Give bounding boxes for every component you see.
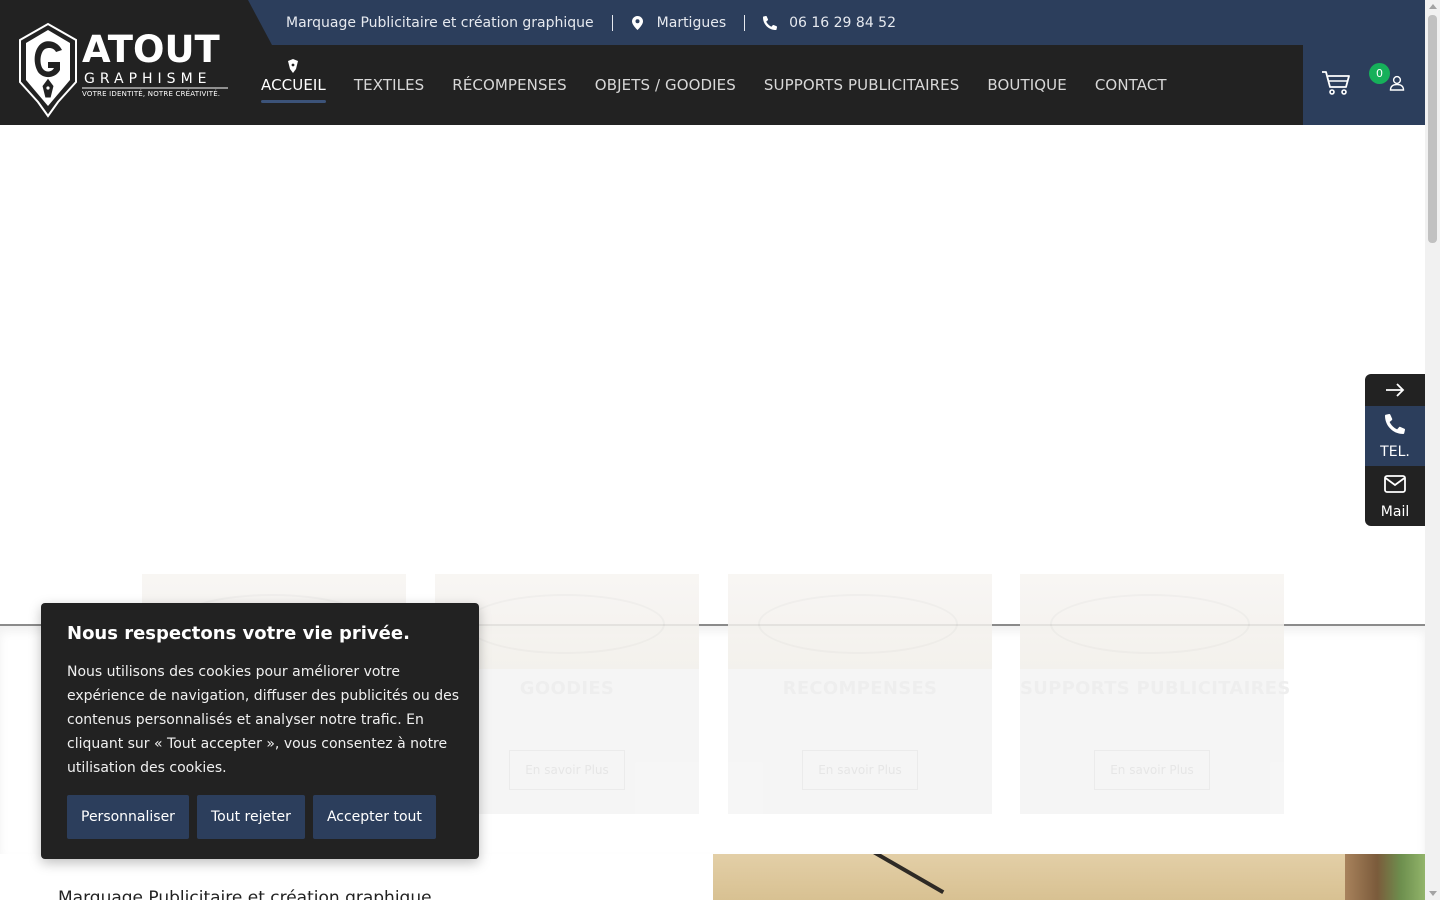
cart-button[interactable]: 0 <box>1321 63 1390 97</box>
card-title: RECOMPENSES <box>782 678 938 699</box>
page-scrollbar[interactable] <box>1425 0 1440 900</box>
nav-label: BOUTIQUE <box>987 76 1067 94</box>
cart-count-badge: 0 <box>1369 63 1390 84</box>
card-more-button[interactable]: En savoir Plus <box>802 750 918 790</box>
category-card-recompenses[interactable]: RECOMPENSES En savoir Plus <box>728 574 992 814</box>
nav-item-accueil[interactable]: ACCUEIL <box>261 59 326 103</box>
cookie-accept-button[interactable]: Accepter tout <box>312 795 436 839</box>
user-account-button[interactable] <box>1389 75 1405 91</box>
cart-icon <box>1322 71 1350 95</box>
site-logo[interactable]: ATOUT GRAPHISME VOTRE IDENTITÉ, NOTRE CR… <box>18 20 230 118</box>
nav-item-textiles[interactable]: TEXTILES <box>354 75 424 97</box>
topbar-tagline: Marquage Publicitaire et création graphi… <box>286 14 594 31</box>
cookie-reject-button[interactable]: Tout rejeter <box>196 795 305 839</box>
logo-subtitle: GRAPHISME <box>84 71 212 87</box>
card-more-button[interactable]: En savoir Plus <box>1094 750 1210 790</box>
active-indicator <box>261 100 326 103</box>
nav-label: SUPPORTS PUBLICITAIRES <box>763 76 960 94</box>
phone-icon <box>763 15 778 30</box>
scroll-down-arrow-icon[interactable] <box>1429 891 1437 896</box>
arrow-right-icon <box>1386 383 1405 397</box>
topbar-phone[interactable]: 06 16 29 84 52 <box>789 15 896 31</box>
user-icon <box>1389 75 1405 91</box>
category-card-supports[interactable]: SUPPORTS PUBLICITAIRES En savoir Plus <box>1020 574 1291 814</box>
top-info-content: Marquage Publicitaire et création graphi… <box>286 0 896 45</box>
pen-nib-icon <box>288 59 299 73</box>
nav-label: OBJETS / GOODIES <box>594 76 736 94</box>
header-actions: 0 <box>1303 45 1425 125</box>
cookie-consent-banner: Nous respectons votre vie privée. Nous u… <box>41 603 479 859</box>
nav-item-objets-goodies[interactable]: OBJETS / GOODIES <box>595 75 736 97</box>
nav-label: RÉCOMPENSES <box>452 76 567 94</box>
cookie-title: Nous respectons votre vie privée. <box>67 623 410 644</box>
workshop-photo <box>713 854 1425 900</box>
nav-label: ACCUEIL <box>261 76 326 94</box>
cookie-buttons: Personnaliser Tout rejeter Accepter tout <box>67 795 436 839</box>
card-more-button[interactable]: En savoir Plus <box>509 750 625 790</box>
card-image <box>728 574 992 669</box>
nav-label: TEXTILES <box>353 76 425 94</box>
section-heading: Marquage Publicitaire et création graphi… <box>58 888 432 900</box>
cookie-text: Nous utilisons des cookies pour améliore… <box>67 664 459 776</box>
nav-item-supports-publicitaires[interactable]: SUPPORTS PUBLICITAIRES <box>764 75 959 97</box>
side-collapse-button[interactable] <box>1365 374 1425 406</box>
divider <box>611 14 613 31</box>
side-contact-widget: TEL. Mail <box>1365 374 1425 526</box>
card-title: SUPPORTS PUBLICITAIRES <box>1020 678 1291 699</box>
cookie-customize-button[interactable]: Personnaliser <box>67 795 189 839</box>
nav-item-boutique[interactable]: BOUTIQUE <box>987 75 1066 97</box>
nav-item-recompenses[interactable]: RÉCOMPENSES <box>452 75 567 97</box>
nav-item-contact[interactable]: CONTACT <box>1095 75 1167 97</box>
side-mail-label: Mail <box>1380 504 1410 520</box>
main-nav: ACCUEIL TEXTILES RÉCOMPENSES OBJETS / GO… <box>261 59 1195 103</box>
logo-title: ATOUT <box>82 28 220 71</box>
scroll-up-arrow-icon[interactable] <box>1429 4 1437 9</box>
map-pin-icon <box>631 15 645 30</box>
side-tel-button[interactable]: TEL. <box>1365 406 1425 466</box>
topbar-location[interactable]: Martigues <box>657 15 726 31</box>
card-image <box>1020 574 1284 669</box>
side-tel-label: TEL. <box>1380 444 1410 460</box>
logo-tagline: VOTRE IDENTITÉ, NOTRE CRÉATIVITÉ. <box>82 90 221 98</box>
envelope-icon <box>1384 475 1406 493</box>
side-mail-button[interactable]: Mail <box>1365 466 1425 526</box>
site-header: ATOUT GRAPHISME VOTRE IDENTITÉ, NOTRE CR… <box>0 0 1425 125</box>
scroll-thumb[interactable] <box>1428 15 1437 243</box>
nav-label: CONTACT <box>1094 76 1167 94</box>
phone-icon <box>1385 414 1406 434</box>
divider <box>744 14 746 31</box>
